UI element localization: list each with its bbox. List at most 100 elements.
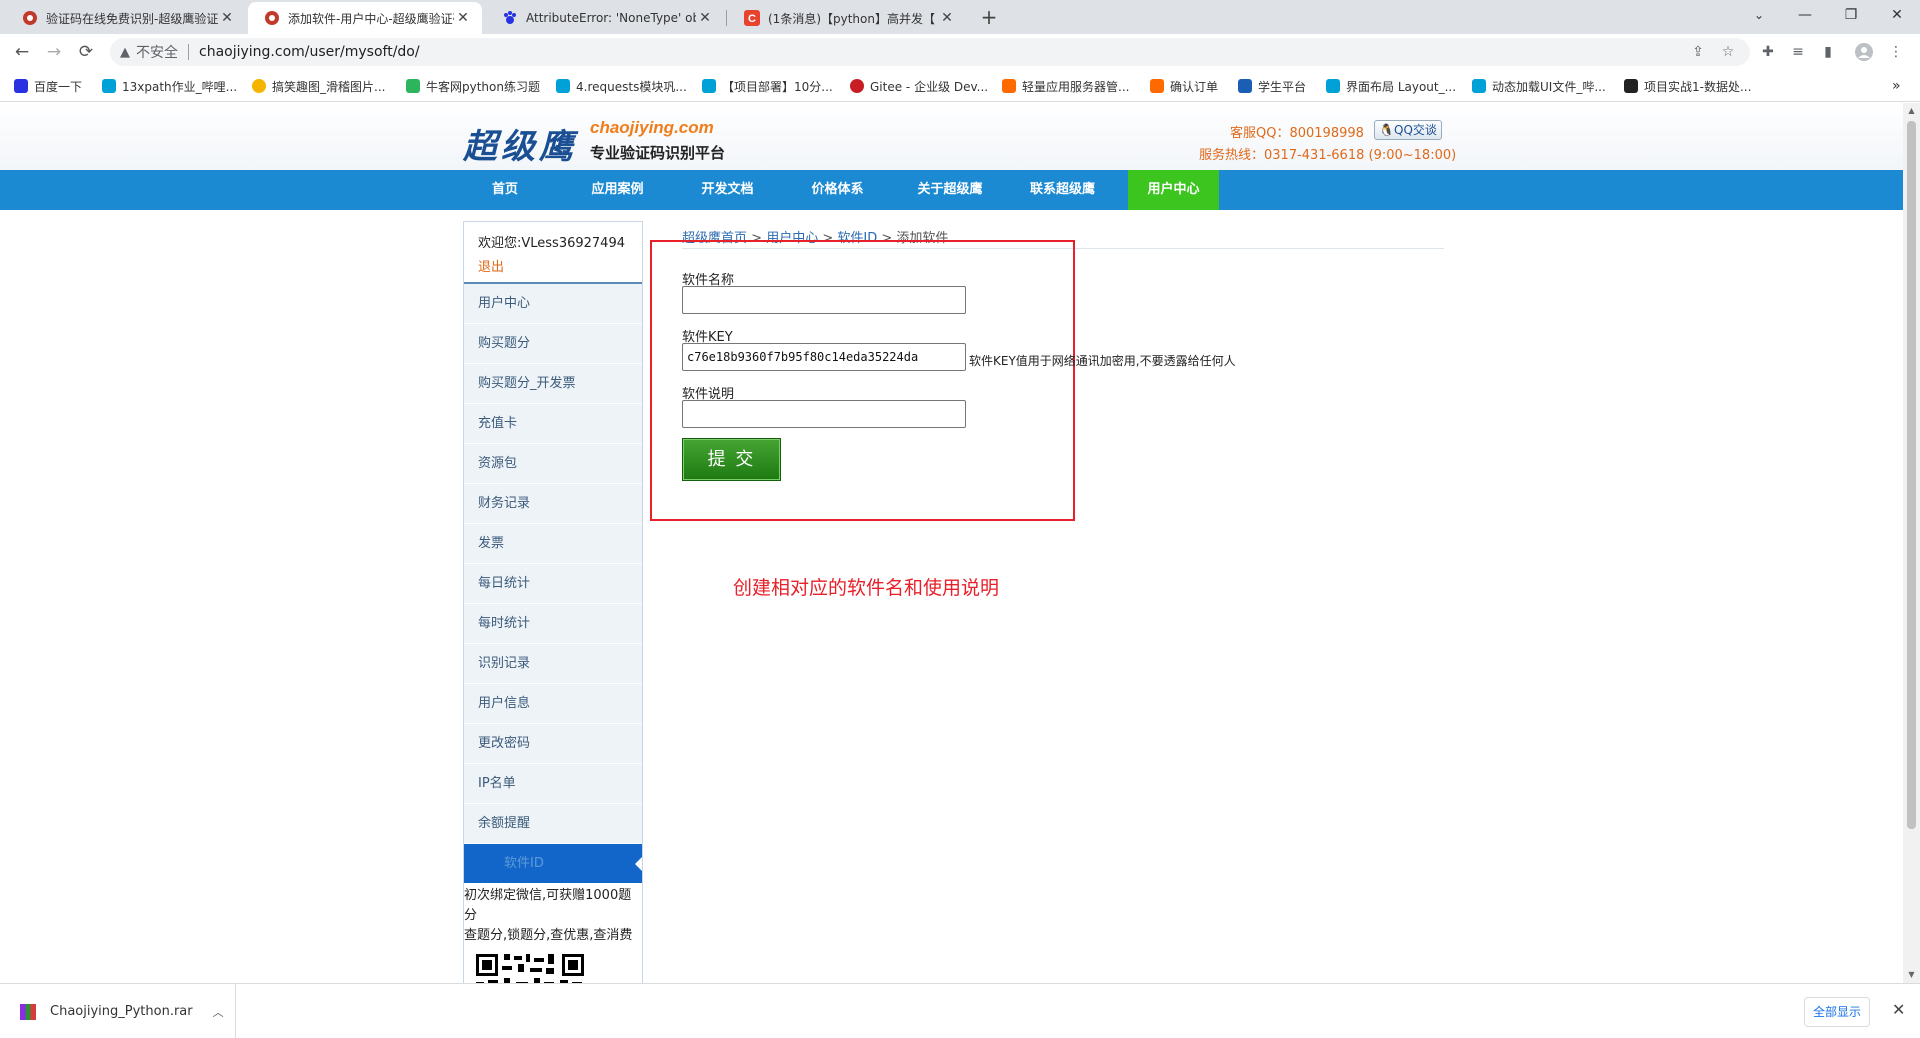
scrollbar-thumb[interactable] xyxy=(1907,121,1916,829)
bookmark-label: 学生平台 xyxy=(1258,79,1307,94)
new-tab-button[interactable]: + xyxy=(976,4,1002,30)
annotation-text: 创建相对应的软件名和使用说明 xyxy=(733,577,1000,599)
bookmark-label: 4.requests模块巩... xyxy=(576,79,687,94)
tab-close-icon[interactable]: ✕ xyxy=(696,10,714,26)
logo-chinese[interactable]: 超级鹰 xyxy=(463,119,577,168)
chevron-up-icon[interactable]: ︿ xyxy=(213,1004,224,1020)
download-bar: Chaojiying_Python.rar ︿ 全部显示 ✕ xyxy=(0,983,1920,1038)
share-icon[interactable]: ⇪ xyxy=(1688,42,1708,62)
sidebar-item-finance-records[interactable]: 财务记录 xyxy=(464,484,642,524)
sidebar-item-invoice[interactable]: 发票 xyxy=(464,524,642,564)
warning-triangle-icon[interactable]: ▲ xyxy=(120,45,130,60)
bookmark-item[interactable]: 界面布局 Layout_... xyxy=(1326,77,1456,95)
user-sidebar: 欢迎您:VLess36927494 退出 用户中心 购买题分 购买题分_开发票 … xyxy=(463,221,643,983)
tab-close-icon[interactable]: ✕ xyxy=(218,10,236,26)
logout-link[interactable]: 退出 xyxy=(478,260,504,275)
main-navigation: 首页 应用案例 开发文档 价格体系 关于超级鹰 联系超级鹰 用户中心 xyxy=(0,170,1903,210)
scroll-up-arrow-icon[interactable]: ▲ xyxy=(1903,103,1920,119)
nav-home[interactable]: 首页 xyxy=(470,170,540,210)
software-name-input[interactable] xyxy=(682,286,966,314)
service-qq: 客服QQ：800198998 🐧QQ交谈 xyxy=(1230,119,1442,144)
bilibili-icon xyxy=(1326,79,1340,93)
bookmark-item[interactable]: 【项目部署】10分... xyxy=(702,77,833,95)
bookmark-item[interactable]: 轻量应用服务器管... xyxy=(1002,77,1129,95)
address-bar[interactable]: ▲ 不安全 chaojiying.com/user/mysoft/do/ xyxy=(110,38,1750,66)
bookmark-item[interactable]: 学生平台 xyxy=(1238,77,1306,95)
sidebar-item-resource-pack[interactable]: 资源包 xyxy=(464,444,642,484)
sidebar-item-balance-alert[interactable]: 余额提醒 xyxy=(464,804,642,844)
sidebar-item-user-center[interactable]: 用户中心 xyxy=(464,284,642,324)
bookmark-label: 轻量应用服务器管... xyxy=(1022,79,1130,94)
scroll-down-arrow-icon[interactable]: ▼ xyxy=(1903,967,1920,983)
forward-button[interactable]: → xyxy=(42,40,66,64)
software-description-input[interactable] xyxy=(682,400,966,428)
sidebar-item-ip-list[interactable]: IP名单 xyxy=(464,764,642,804)
sidebar-item-daily-stats[interactable]: 每日统计 xyxy=(464,564,642,604)
sidebar-item-change-password[interactable]: 更改密码 xyxy=(464,724,642,764)
reading-list-icon[interactable]: ≡ xyxy=(1788,42,1808,62)
sidebar-item-hourly-stats[interactable]: 每时统计 xyxy=(464,604,642,644)
page-scrollbar[interactable]: ▲ ▼ xyxy=(1903,103,1920,983)
platform-icon xyxy=(1238,79,1252,93)
sidebar-item-buy-points-invoice[interactable]: 购买题分_开发票 xyxy=(464,364,642,404)
bookmark-item[interactable]: 搞笑趣图_滑稽图片... xyxy=(252,77,385,95)
tab-csdn-article[interactable]: C (1条消息)【python】高并发【 ✕ xyxy=(728,2,966,34)
menu-kebab-icon[interactable]: ⋮ xyxy=(1886,42,1906,62)
qq-chat-button[interactable]: 🐧QQ交谈 xyxy=(1374,119,1442,140)
bookmark-item[interactable]: 确认订单 xyxy=(1150,77,1218,95)
sidebar-item-recognition-records[interactable]: 识别记录 xyxy=(464,644,642,684)
nav-about[interactable]: 关于超级鹰 xyxy=(900,170,1000,210)
svg-text:C: C xyxy=(748,13,756,25)
logo-domain[interactable]: chaojiying.com xyxy=(590,118,714,138)
bookmark-item[interactable]: 牛客网python练习题 xyxy=(406,77,540,95)
aliyun-icon xyxy=(1002,79,1016,93)
tab-add-software[interactable]: 添加软件-用户中心-超级鹰验证码 ✕ xyxy=(248,2,482,34)
bookmark-item[interactable]: 13xpath作业_哔哩... xyxy=(102,77,237,95)
nav-dev-docs[interactable]: 开发文档 xyxy=(685,170,770,210)
nav-contact[interactable]: 联系超级鹰 xyxy=(1010,170,1115,210)
tab-search-icon[interactable]: ⌄ xyxy=(1736,0,1782,30)
tab-title: 添加软件-用户中心-超级鹰验证码 xyxy=(288,11,454,26)
submit-button[interactable]: 提 交 xyxy=(682,438,781,481)
tab-close-icon[interactable]: ✕ xyxy=(938,10,956,26)
smiley-icon xyxy=(252,79,266,93)
sidebar-item-buy-points[interactable]: 购买题分 xyxy=(464,324,642,364)
bookmark-item[interactable]: 动态加载UI文件_哔... xyxy=(1472,77,1606,95)
nav-cases[interactable]: 应用案例 xyxy=(575,170,660,210)
reload-button[interactable]: ⟳ xyxy=(74,40,98,64)
tab-attribute-error[interactable]: AttributeError: 'NoneType' obj ✕ xyxy=(486,2,724,34)
restore-button[interactable]: ❐ xyxy=(1828,0,1874,30)
back-button[interactable]: ← xyxy=(10,40,34,64)
bookmark-item[interactable]: 项目实战1-数据处... xyxy=(1624,77,1751,95)
nav-user-center[interactable]: 用户中心 xyxy=(1128,170,1219,210)
tab-title: (1条消息)【python】高并发【 xyxy=(768,11,935,26)
minimize-button[interactable]: — xyxy=(1782,0,1828,30)
sidebar-item-recharge-card[interactable]: 充值卡 xyxy=(464,404,642,444)
tab-chaojiying-home[interactable]: 验证码在线免费识别-超级鹰验证 ✕ xyxy=(6,2,246,34)
software-key-input[interactable] xyxy=(682,343,966,371)
logo-tagline: 专业验证码识别平台 xyxy=(590,144,726,162)
side-panel-icon[interactable]: ▮ xyxy=(1818,42,1838,62)
site-header: 超级鹰 chaojiying.com 专业验证码识别平台 客服QQ：800198… xyxy=(0,103,1903,170)
extensions-puzzle-icon[interactable]: ✚ xyxy=(1758,42,1778,62)
bookmark-item[interactable]: Gitee - 企业级 Dev... xyxy=(850,77,988,95)
welcome-text: 欢迎您:VLess36927494 xyxy=(478,236,625,251)
sidebar-item-software-id[interactable]: 软件ID xyxy=(464,844,642,884)
paw-icon xyxy=(14,79,28,93)
security-label[interactable]: 不安全 xyxy=(136,42,178,62)
bookmark-star-icon[interactable]: ☆ xyxy=(1718,42,1738,62)
nav-pricing[interactable]: 价格体系 xyxy=(795,170,880,210)
bookmark-label: 牛客网python练习题 xyxy=(426,79,540,94)
tab-close-icon[interactable]: ✕ xyxy=(454,10,472,26)
download-item[interactable]: Chaojiying_Python.rar ︿ xyxy=(0,984,236,1038)
show-all-downloads-button[interactable]: 全部显示 xyxy=(1804,997,1870,1027)
sidebar-item-user-info[interactable]: 用户信息 xyxy=(464,684,642,724)
close-window-button[interactable]: ✕ xyxy=(1874,0,1920,30)
bookmark-item[interactable]: 百度一下 xyxy=(14,77,82,95)
bookmark-item[interactable]: 4.requests模块巩... xyxy=(556,77,687,95)
url-text[interactable]: chaojiying.com/user/mysoft/do/ xyxy=(199,44,420,60)
bookmarks-overflow-button[interactable]: » xyxy=(1892,77,1901,95)
close-download-bar-icon[interactable]: ✕ xyxy=(1892,1000,1905,1019)
profile-avatar-icon[interactable] xyxy=(1854,42,1874,62)
bilibili-icon xyxy=(556,79,570,93)
